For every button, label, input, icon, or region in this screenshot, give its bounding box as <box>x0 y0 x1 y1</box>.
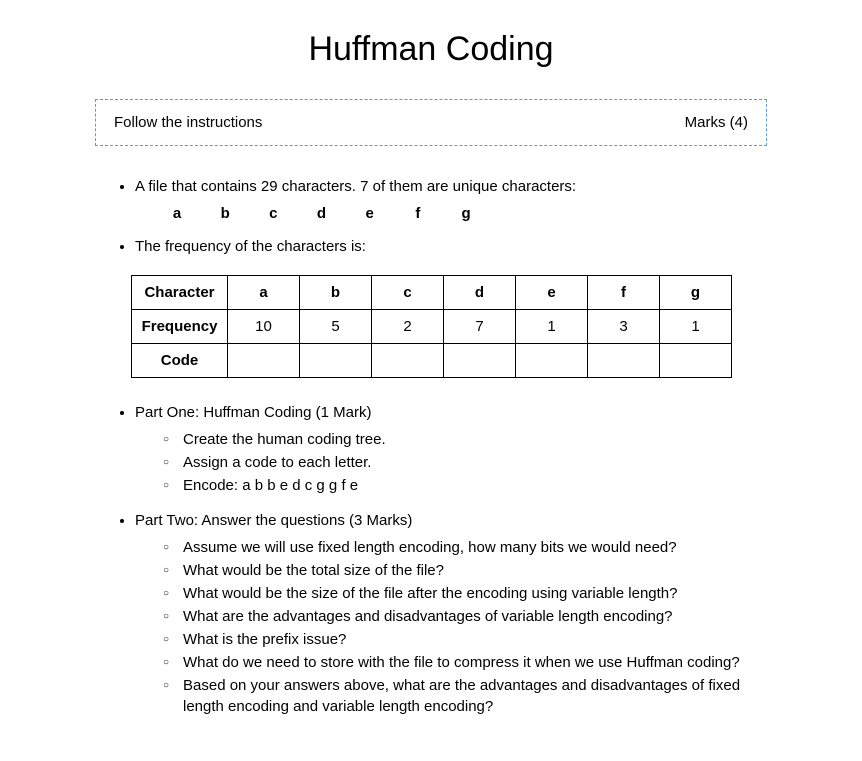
cell-code-d <box>444 344 516 378</box>
cell-code-c <box>372 344 444 378</box>
table-row-character: Character a b c d e f g <box>132 276 732 310</box>
cell-code-b <box>300 344 372 378</box>
cell-freq-d: 7 <box>444 310 516 344</box>
part-two-item-3: What would be the size of the file after… <box>163 583 767 604</box>
part-one-item-3: Encode: a b b e d c g g f e <box>163 475 767 496</box>
part-two-item-2: What would be the total size of the file… <box>163 560 767 581</box>
char-b: b <box>203 205 247 222</box>
row-label-code: Code <box>132 344 228 378</box>
page-title: Huffman Coding <box>95 30 767 69</box>
part-two-list: Part Two: Answer the questions (3 Marks) <box>95 510 767 531</box>
part-one-items: Create the human coding tree. Assign a c… <box>95 429 767 496</box>
row-label-frequency: Frequency <box>132 310 228 344</box>
cell-code-g <box>660 344 732 378</box>
part-one-item-1: Create the human coding tree. <box>163 429 767 450</box>
row-label-character: Character <box>132 276 228 310</box>
part-two-heading: Part Two: Answer the questions (3 Marks) <box>135 510 767 531</box>
char-c: c <box>251 205 295 222</box>
cell-char-c: c <box>372 276 444 310</box>
char-a: a <box>155 205 199 222</box>
frequency-table: Character a b c d e f g Frequency 10 5 2… <box>131 275 732 378</box>
char-f: f <box>396 205 440 222</box>
cell-freq-c: 2 <box>372 310 444 344</box>
cell-char-g: g <box>660 276 732 310</box>
part-two-item-5: What is the prefix issue? <box>163 629 767 650</box>
part-one-list: Part One: Huffman Coding (1 Mark) <box>95 402 767 423</box>
table-row-code: Code <box>132 344 732 378</box>
main-list: A file that contains 29 characters. 7 of… <box>95 176 767 197</box>
char-e: e <box>348 205 392 222</box>
instruction-text: Follow the instructions <box>114 114 262 131</box>
main-list-2: The frequency of the characters is: <box>95 236 767 257</box>
intro-line-2: The frequency of the characters is: <box>135 236 767 257</box>
document-page: Huffman Coding Follow the instructions M… <box>0 0 862 761</box>
character-row: a b c d e f g <box>95 205 767 222</box>
part-two-item-4: What are the advantages and disadvantage… <box>163 606 767 627</box>
intro-line-1: A file that contains 29 characters. 7 of… <box>135 176 767 197</box>
cell-char-f: f <box>588 276 660 310</box>
table-row-frequency: Frequency 10 5 2 7 1 3 1 <box>132 310 732 344</box>
part-one-heading: Part One: Huffman Coding (1 Mark) <box>135 402 767 423</box>
cell-char-d: d <box>444 276 516 310</box>
part-two-item-1: Assume we will use fixed length encoding… <box>163 537 767 558</box>
cell-freq-f: 3 <box>588 310 660 344</box>
part-one-item-2: Assign a code to each letter. <box>163 452 767 473</box>
marks-label: Marks (4) <box>685 114 748 131</box>
instruction-box: Follow the instructions Marks (4) <box>95 99 767 146</box>
cell-freq-b: 5 <box>300 310 372 344</box>
char-g: g <box>444 205 488 222</box>
cell-freq-g: 1 <box>660 310 732 344</box>
cell-char-b: b <box>300 276 372 310</box>
part-two-item-7: Based on your answers above, what are th… <box>163 675 767 717</box>
cell-code-a <box>228 344 300 378</box>
cell-char-e: e <box>516 276 588 310</box>
char-d: d <box>300 205 344 222</box>
cell-code-e <box>516 344 588 378</box>
part-two-item-6: What do we need to store with the file t… <box>163 652 767 673</box>
cell-freq-e: 1 <box>516 310 588 344</box>
cell-code-f <box>588 344 660 378</box>
cell-char-a: a <box>228 276 300 310</box>
cell-freq-a: 10 <box>228 310 300 344</box>
part-two-items: Assume we will use fixed length encoding… <box>95 537 767 717</box>
